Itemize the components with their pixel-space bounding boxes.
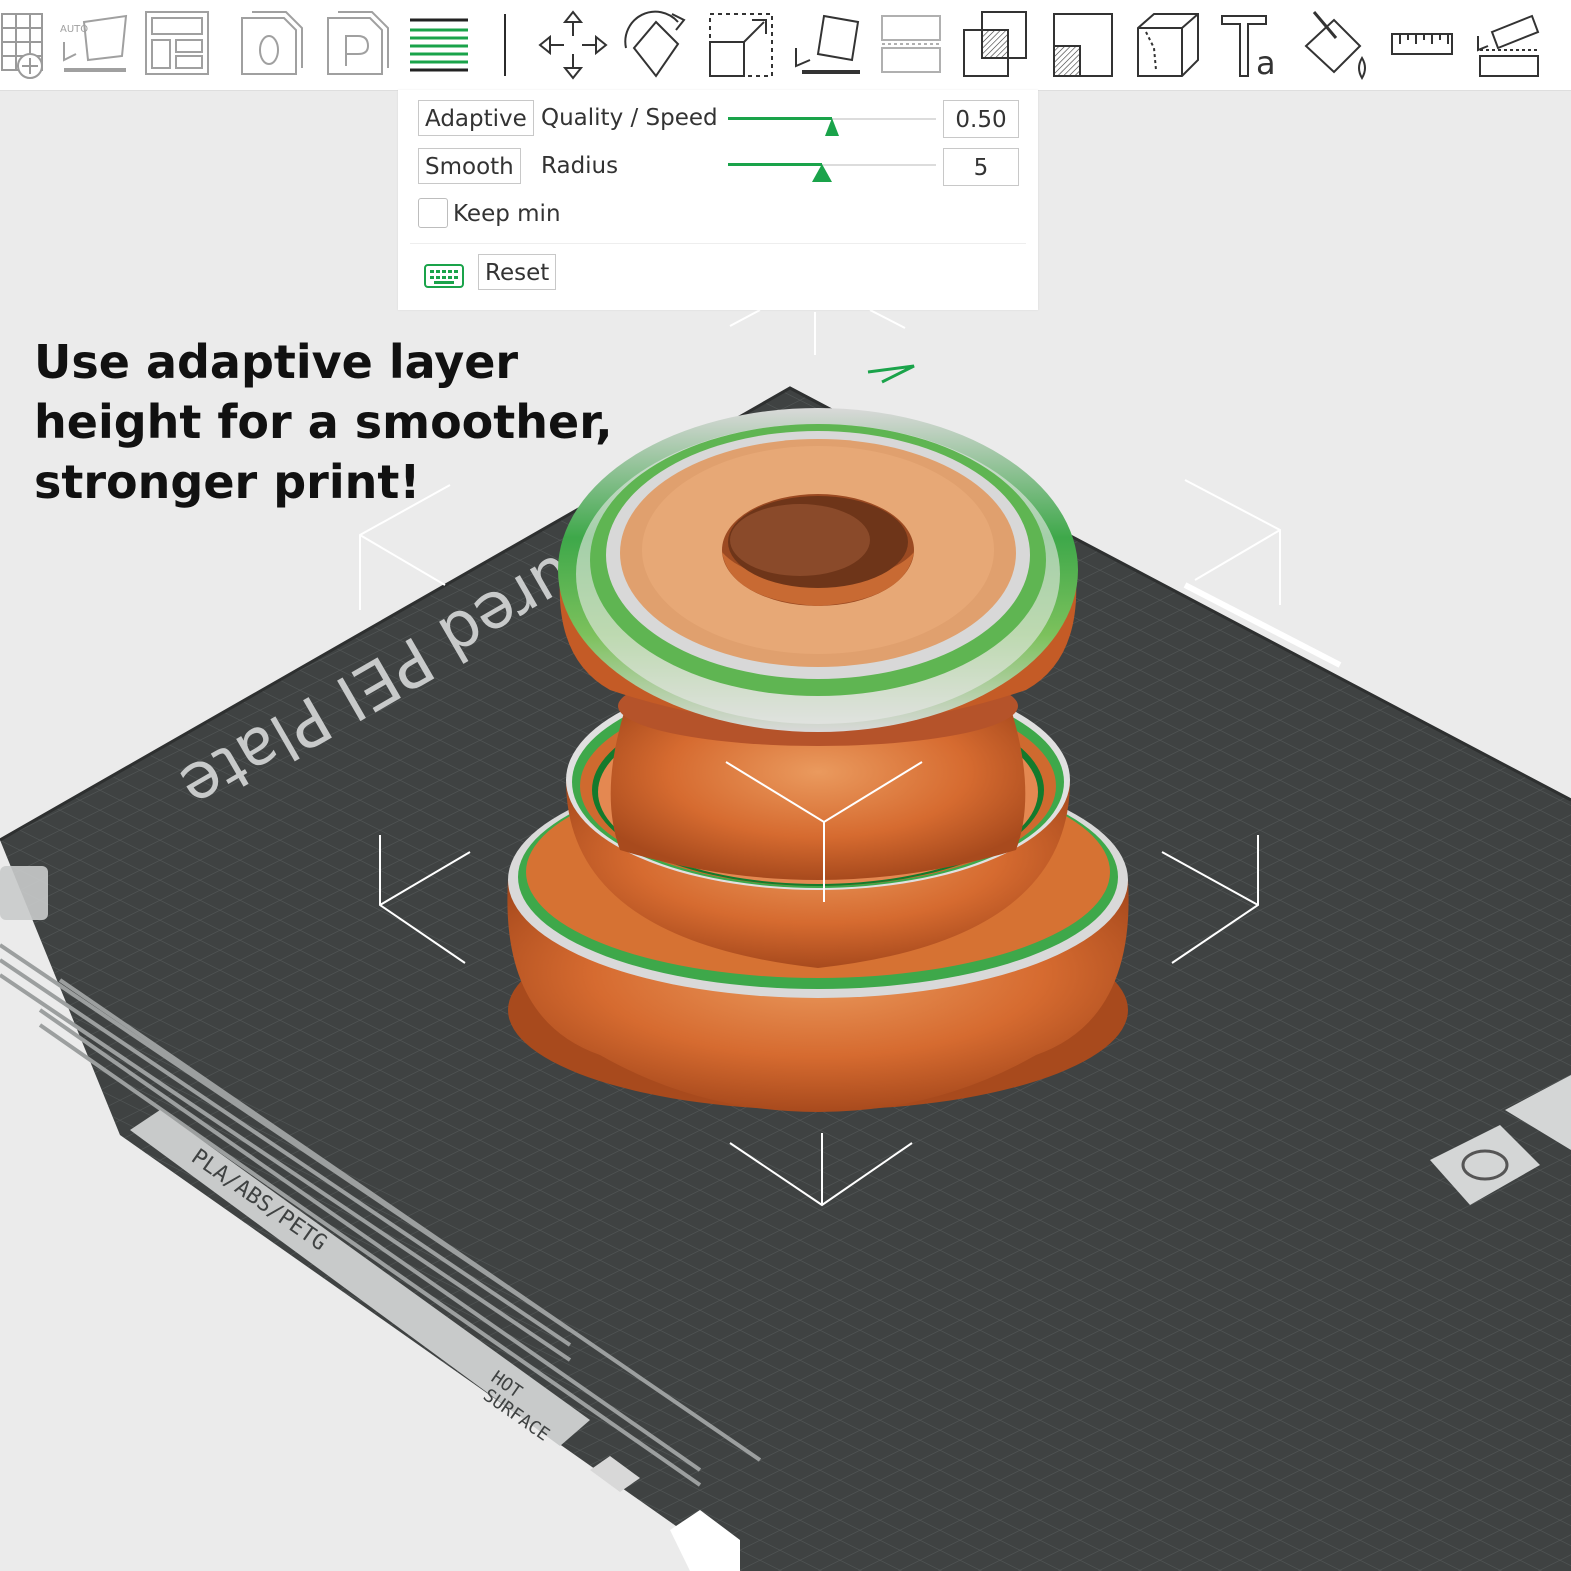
keep-min-label: Keep min <box>453 201 561 227</box>
slider-fill <box>728 117 832 120</box>
toolbar-separator <box>504 14 506 76</box>
quality-speed-slider[interactable] <box>728 104 936 136</box>
keyboard-icon[interactable] <box>424 262 464 290</box>
3d-viewport[interactable]: ured PEI Plate PLA/ABS/PETG HOT SURFACE <box>0 90 1571 1571</box>
quality-speed-value-field[interactable]: 0.50 <box>943 100 1019 138</box>
quality-speed-label: Quality / Speed <box>541 105 718 131</box>
radius-label: Radius <box>541 153 619 179</box>
caption-line-3: stronger print! <box>34 455 421 509</box>
smooth-button[interactable]: Smooth <box>418 148 521 184</box>
svg-text:a: a <box>1256 44 1276 82</box>
move-icon[interactable] <box>536 8 610 82</box>
split-icon[interactable] <box>876 8 950 82</box>
slider-fill <box>728 163 822 166</box>
lay-on-face-icon[interactable] <box>792 8 866 82</box>
rotation-arrow-icon <box>867 364 915 384</box>
cut-icon[interactable] <box>960 8 1034 82</box>
caption: Use adaptive layer height for a smoother… <box>34 332 654 512</box>
caption-line-1: Use adaptive layer <box>34 335 519 389</box>
reset-button[interactable]: Reset <box>478 254 557 290</box>
slider-thumb[interactable] <box>811 164 832 182</box>
measure-icon[interactable] <box>1386 8 1460 82</box>
cube-icon[interactable] <box>1132 8 1206 82</box>
variable-layer-height-icon[interactable] <box>402 8 476 82</box>
toolbar: AUTO a <box>0 0 1571 91</box>
caption-line-2: height for a smoother, <box>34 395 613 449</box>
radius-value-field[interactable]: 5 <box>943 148 1019 186</box>
assembly-icon[interactable] <box>1472 8 1546 82</box>
radius-slider[interactable] <box>728 150 936 182</box>
keep-min-checkbox[interactable] <box>418 198 448 228</box>
text-icon[interactable]: a <box>1216 8 1290 82</box>
paint-bucket-icon[interactable] <box>1300 8 1374 82</box>
rotate-icon[interactable] <box>620 8 694 82</box>
plate-p-icon[interactable] <box>318 8 392 82</box>
adaptive-layer-panel: Adaptive Quality / Speed 0.50 Smooth Rad… <box>398 90 1038 310</box>
scale-icon[interactable] <box>706 8 780 82</box>
plate-corner-tab <box>0 866 48 920</box>
3d-model[interactable] <box>507 408 1129 1112</box>
mesh-boolean-icon[interactable] <box>1046 8 1120 82</box>
auto-orient-icon[interactable]: AUTO <box>56 8 130 82</box>
slider-thumb[interactable] <box>825 118 839 136</box>
arrange-icon[interactable] <box>142 8 216 82</box>
plate-o-icon[interactable] <box>232 8 306 82</box>
adaptive-button[interactable]: Adaptive <box>418 100 534 136</box>
panel-divider <box>410 243 1026 244</box>
